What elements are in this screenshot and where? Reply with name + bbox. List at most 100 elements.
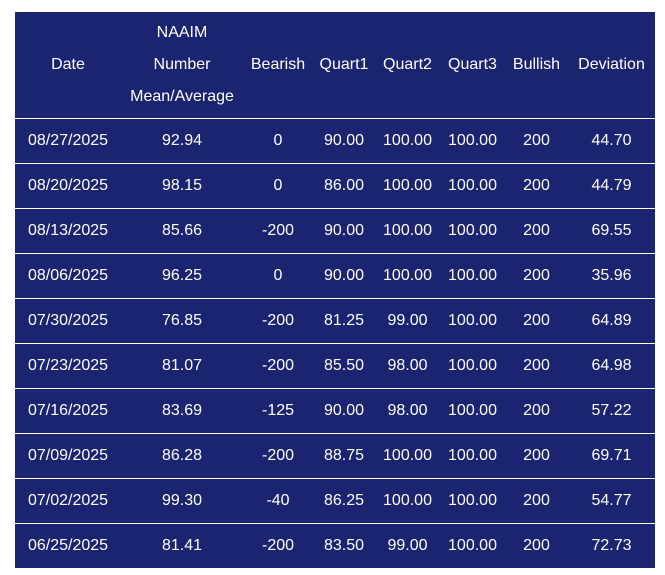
quart1-cell: 85.50 — [313, 343, 375, 389]
quart1-cell: 81.25 — [313, 298, 375, 344]
header-mean: NAAIM Number Mean/Average — [121, 12, 243, 119]
table-row: 08/27/2025 92.94 0 90.00 100.00 100.00 200 44.7… — [15, 118, 655, 164]
quart2-cell: 100.00 — [375, 433, 440, 479]
bullish-cell: 200 — [505, 208, 568, 254]
date-cell: 07/09/2025 — [15, 433, 121, 479]
bearish-cell: -200 — [243, 208, 313, 254]
date-cell: 06/25/2025 — [15, 523, 121, 568]
header-row: Date NAAIM Number Mean/Average Bearish Q… — [15, 12, 655, 119]
quart2-cell: 100.00 — [375, 478, 440, 524]
quart1-cell: 90.00 — [313, 208, 375, 254]
quart2-cell: 100.00 — [375, 253, 440, 299]
bearish-cell: -200 — [243, 298, 313, 344]
header-quart1: Quart1 — [313, 12, 375, 119]
table-row: 07/30/2025 76.85 -200 81.25 99.00 100.00 200 64… — [15, 298, 655, 344]
bearish-cell: 0 — [243, 118, 313, 164]
mean-cell: 76.85 — [121, 298, 243, 344]
header-bearish: Bearish — [243, 12, 313, 119]
bearish-cell: -200 — [243, 433, 313, 479]
header-bullish: Bullish — [505, 12, 568, 119]
date-cell: 08/13/2025 — [15, 208, 121, 254]
quart1-cell: 86.00 — [313, 163, 375, 209]
header-date: Date — [15, 12, 121, 119]
quart2-cell: 98.00 — [375, 388, 440, 434]
mean-cell: 99.30 — [121, 478, 243, 524]
deviation-cell: 69.55 — [568, 208, 655, 254]
mean-cell: 96.25 — [121, 253, 243, 299]
bullish-cell: 200 — [505, 118, 568, 164]
header-quart3: Quart3 — [440, 12, 505, 119]
bearish-cell: -125 — [243, 388, 313, 434]
mean-cell: 83.69 — [121, 388, 243, 434]
quart3-cell: 100.00 — [440, 118, 505, 164]
quart1-cell: 90.00 — [313, 388, 375, 434]
header-mean-line1: NAAIM — [156, 24, 208, 41]
deviation-cell: 69.71 — [568, 433, 655, 479]
table-row: 08/20/2025 98.15 0 86.00 100.00 100.00 200 44.7… — [15, 163, 655, 209]
quart1-cell: 90.00 — [313, 253, 375, 299]
bullish-cell: 200 — [505, 523, 568, 568]
header-mean-line2: Number — [153, 56, 211, 73]
table-row: 08/13/2025 85.66 -200 90.00 100.00 100.00 200 6… — [15, 208, 655, 254]
deviation-cell: 72.73 — [568, 523, 655, 568]
table-row: 08/06/2025 96.25 0 90.00 100.00 100.00 200 35.9… — [15, 253, 655, 299]
quart3-cell: 100.00 — [440, 253, 505, 299]
quart3-cell: 100.00 — [440, 388, 505, 434]
quart1-cell: 88.75 — [313, 433, 375, 479]
header-mean-line3: Mean/Average — [130, 88, 234, 105]
naaim-exposure-table: Date NAAIM Number Mean/Average Bearish Q… — [15, 12, 655, 568]
date-cell: 08/20/2025 — [15, 163, 121, 209]
date-cell: 07/16/2025 — [15, 388, 121, 434]
quart3-cell: 100.00 — [440, 523, 505, 568]
quart2-cell: 100.00 — [375, 208, 440, 254]
bearish-cell: -200 — [243, 523, 313, 568]
date-cell: 08/06/2025 — [15, 253, 121, 299]
quart2-cell: 100.00 — [375, 118, 440, 164]
bullish-cell: 200 — [505, 343, 568, 389]
bullish-cell: 200 — [505, 433, 568, 479]
quart1-cell: 90.00 — [313, 118, 375, 164]
quart2-cell: 99.00 — [375, 523, 440, 568]
quart3-cell: 100.00 — [440, 343, 505, 389]
table-row: 07/02/2025 99.30 -40 86.25 100.00 100.00 200 54… — [15, 478, 655, 524]
quart3-cell: 100.00 — [440, 478, 505, 524]
header-deviation: Deviation — [568, 12, 655, 119]
quart2-cell: 100.00 — [375, 163, 440, 209]
table-row: 07/23/2025 81.07 -200 85.50 98.00 100.00 200 64… — [15, 343, 655, 389]
table-header: Date NAAIM Number Mean/Average Bearish Q… — [15, 12, 655, 119]
date-cell: 07/30/2025 — [15, 298, 121, 344]
header-quart2: Quart2 — [375, 12, 440, 119]
bullish-cell: 200 — [505, 478, 568, 524]
quart1-cell: 83.50 — [313, 523, 375, 568]
mean-cell: 81.41 — [121, 523, 243, 568]
mean-cell: 81.07 — [121, 343, 243, 389]
deviation-cell: 44.70 — [568, 118, 655, 164]
quart3-cell: 100.00 — [440, 208, 505, 254]
bearish-cell: 0 — [243, 163, 313, 209]
quart1-cell: 86.25 — [313, 478, 375, 524]
bearish-cell: 0 — [243, 253, 313, 299]
mean-cell: 86.28 — [121, 433, 243, 479]
table-body: 08/27/2025 92.94 0 90.00 100.00 100.00 200 44.7… — [15, 118, 655, 568]
quart2-cell: 99.00 — [375, 298, 440, 344]
table-row: 07/09/2025 86.28 -200 88.75 100.00 100.00 200 6… — [15, 433, 655, 479]
bearish-cell: -40 — [243, 478, 313, 524]
naaim-table-container: Date NAAIM Number Mean/Average Bearish Q… — [15, 12, 655, 568]
date-cell: 07/23/2025 — [15, 343, 121, 389]
quart3-cell: 100.00 — [440, 298, 505, 344]
bullish-cell: 200 — [505, 253, 568, 299]
bearish-cell: -200 — [243, 343, 313, 389]
deviation-cell: 64.98 — [568, 343, 655, 389]
mean-cell: 98.15 — [121, 163, 243, 209]
table-row: 07/16/2025 83.69 -125 90.00 98.00 100.00 200 57… — [15, 388, 655, 434]
deviation-cell: 54.77 — [568, 478, 655, 524]
deviation-cell: 35.96 — [568, 253, 655, 299]
deviation-cell: 57.22 — [568, 388, 655, 434]
date-cell: 08/27/2025 — [15, 118, 121, 164]
quart3-cell: 100.00 — [440, 163, 505, 209]
quart3-cell: 100.00 — [440, 433, 505, 479]
bullish-cell: 200 — [505, 163, 568, 209]
mean-cell: 85.66 — [121, 208, 243, 254]
deviation-cell: 44.79 — [568, 163, 655, 209]
mean-cell: 92.94 — [121, 118, 243, 164]
